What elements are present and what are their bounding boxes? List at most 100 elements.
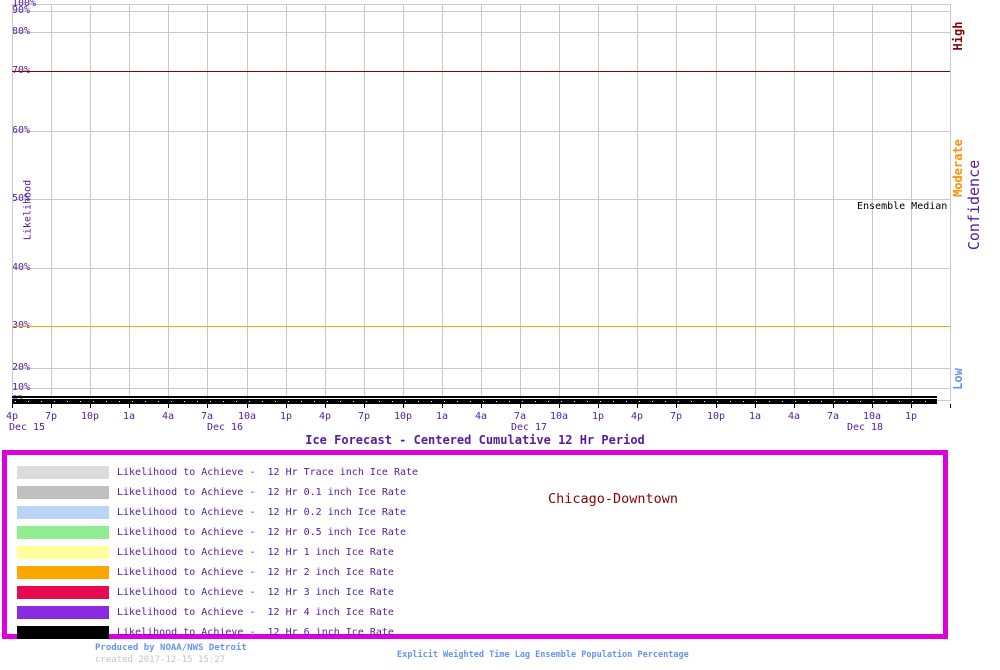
confidence-axis-title: Confidence: [965, 159, 983, 251]
ice-forecast-chart: 100%90%80%70%60%50%40%30%20%10%0%4p7p10p…: [0, 0, 1000, 670]
chart-title: Ice Forecast - Centered Cumulative 12 Hr…: [305, 433, 645, 447]
x-axis-tick: [51, 404, 52, 408]
x-gridline: [168, 4, 169, 401]
x-axis-tick: [481, 404, 482, 408]
legend-label: Likelihood to Achieve - 12 Hr 3 inch Ice…: [117, 587, 394, 598]
legend-swatch: [17, 466, 109, 479]
ensemble-zero-band: [12, 396, 937, 404]
x-axis-tick: [950, 404, 951, 408]
y-tick-label: 10%: [12, 382, 31, 393]
x-hour-label: 10p: [706, 411, 726, 422]
x-date-label: Dec 17: [510, 422, 548, 433]
x-date-label: Dec 16: [206, 422, 244, 433]
footer-created-timestamp: created 2017-12-15 15:27: [95, 655, 226, 665]
footer-method-label: Explicit Weighted Time Lag Ensemble Popu…: [397, 650, 689, 660]
x-axis-tick: [168, 404, 169, 408]
x-gridline: [520, 4, 521, 401]
legend-swatch: [17, 606, 109, 619]
x-gridline: [833, 4, 834, 401]
x-axis-tick: [911, 404, 912, 408]
x-axis-tick: [637, 404, 638, 408]
legend-swatch: [17, 626, 109, 639]
y-tick-label: 80%: [12, 26, 31, 37]
x-axis-tick: [794, 404, 795, 408]
ensemble-median-label: Ensemble Median: [857, 201, 948, 212]
x-hour-label: 4a: [161, 411, 175, 422]
x-gridline: [755, 4, 756, 401]
x-gridline: [51, 4, 52, 401]
confidence-band-label-high: High: [951, 21, 965, 51]
x-gridline: [481, 4, 482, 401]
x-hour-label: 1p: [591, 411, 605, 422]
legend-label: Likelihood to Achieve - 12 Hr 0.1 inch I…: [117, 487, 406, 498]
ensemble-line-top: [12, 396, 937, 398]
footer-produced-by: Produced by NOAA/NWS Detroit: [95, 643, 247, 653]
legend-box: Likelihood to Achieve - 12 Hr Trace inch…: [2, 450, 948, 639]
x-gridline: [247, 4, 248, 401]
x-gridline: [950, 4, 951, 401]
x-axis-tick: [364, 404, 365, 408]
x-hour-label: 7p: [357, 411, 371, 422]
threshold-line-30: [12, 326, 950, 327]
x-hour-label: 10p: [393, 411, 413, 422]
x-axis-tick: [559, 404, 560, 408]
legend-swatch: [17, 586, 109, 599]
x-hour-label: 1a: [122, 411, 136, 422]
x-axis-tick: [676, 404, 677, 408]
y-tick-label: 90%: [12, 5, 31, 16]
legend-label: Likelihood to Achieve - 12 Hr 6 inch Ice…: [117, 627, 394, 638]
x-gridline: [90, 4, 91, 401]
y-tick-label: 20%: [12, 362, 31, 373]
confidence-band-label-moderate: Moderate: [951, 139, 965, 197]
legend-swatch: [17, 566, 109, 579]
x-axis-tick: [442, 404, 443, 408]
x-hour-label: 1a: [435, 411, 449, 422]
x-gridline: [442, 4, 443, 401]
x-date-label: Dec 15: [8, 422, 46, 433]
x-hour-label: 1p: [279, 411, 293, 422]
legend-label: Likelihood to Achieve - 12 Hr 4 inch Ice…: [117, 607, 394, 618]
x-gridline: [286, 4, 287, 401]
location-label: Chicago-Downtown: [548, 491, 679, 507]
legend-swatch: [17, 526, 109, 539]
x-hour-label: 1p: [904, 411, 918, 422]
x-hour-label: 7p: [669, 411, 683, 422]
legend-swatch: [17, 546, 109, 559]
threshold-line-70: [12, 71, 950, 72]
x-gridline: [716, 4, 717, 401]
y-axis-title: Likelihood: [22, 179, 34, 241]
x-gridline: [598, 4, 599, 401]
x-axis-tick: [12, 404, 13, 408]
legend-label: Likelihood to Achieve - 12 Hr 1 inch Ice…: [117, 547, 394, 558]
x-axis-tick: [716, 404, 717, 408]
legend-swatch: [17, 486, 109, 499]
x-axis-tick: [872, 404, 873, 408]
x-axis-tick: [520, 404, 521, 408]
x-axis-tick: [403, 404, 404, 408]
x-axis-tick: [247, 404, 248, 408]
x-gridline: [403, 4, 404, 401]
x-axis-tick: [129, 404, 130, 408]
x-date-label: Dec 18: [846, 422, 884, 433]
x-gridline: [637, 4, 638, 401]
x-gridline: [207, 4, 208, 401]
legend-swatch: [17, 506, 109, 519]
x-hour-label: 1a: [748, 411, 762, 422]
x-hour-label: 4p: [318, 411, 332, 422]
plot-area: 100%90%80%70%60%50%40%30%20%10%0%4p7p10p…: [6, 0, 951, 422]
x-axis-tick: [598, 404, 599, 408]
x-gridline: [676, 4, 677, 401]
x-axis-tick: [833, 404, 834, 408]
x-gridline: [794, 4, 795, 401]
x-hour-label: 4a: [474, 411, 488, 422]
x-axis-tick: [755, 404, 756, 408]
x-gridline: [559, 4, 560, 401]
x-gridline: [129, 4, 130, 401]
x-axis-tick: [207, 404, 208, 408]
x-axis-tick: [286, 404, 287, 408]
y-tick-label: 40%: [12, 262, 31, 273]
legend-label: Likelihood to Achieve - 12 Hr 0.2 inch I…: [117, 507, 406, 518]
x-axis-tick: [325, 404, 326, 408]
x-axis-tick: [90, 404, 91, 408]
ensemble-line-thick: [12, 399, 937, 404]
